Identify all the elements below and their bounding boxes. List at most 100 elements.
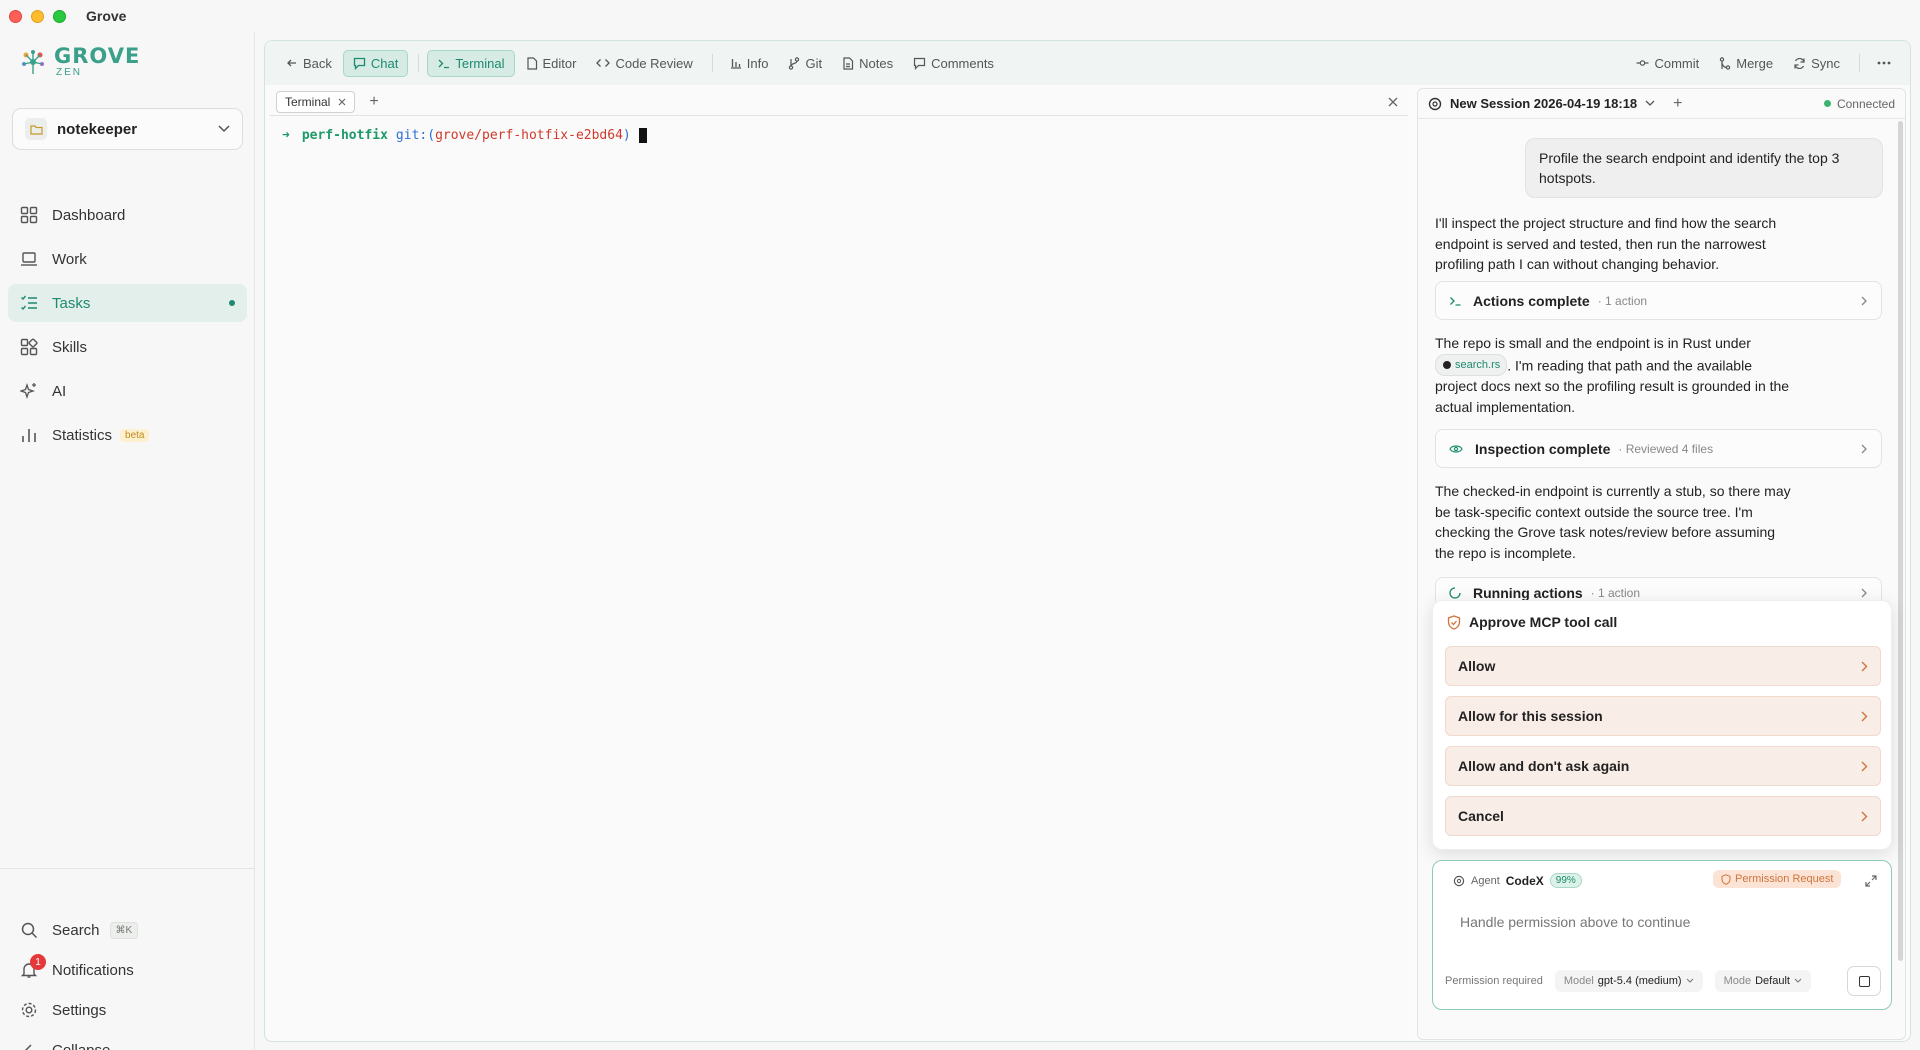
- close-tab-icon[interactable]: [338, 98, 346, 106]
- nav-item-work[interactable]: Work: [8, 240, 247, 278]
- title-bar: Grove: [0, 0, 1920, 32]
- allow-option[interactable]: Allow: [1445, 646, 1881, 686]
- sidebar-bottom-nav: Search ⌘K 1 Notifications Settings Colla…: [8, 910, 247, 1050]
- logo-wordmark: GROVE: [54, 44, 141, 68]
- allow-always-option[interactable]: Allow and don't ask again: [1445, 746, 1881, 786]
- agent-info: Agent CodeX 99%: [1453, 873, 1582, 888]
- tab-editor[interactable]: Editor: [517, 50, 586, 77]
- notes-icon: [843, 56, 854, 70]
- cancel-option[interactable]: Cancel: [1445, 796, 1881, 836]
- model-select[interactable]: Model gpt-5.4 (medium): [1554, 970, 1703, 992]
- chevron-right-icon: [1861, 761, 1868, 771]
- nav-item-skills[interactable]: Skills: [8, 328, 247, 366]
- permission-request-badge: Permission Request: [1713, 870, 1842, 888]
- collapse-sidebar-button[interactable]: Collapse: [8, 1030, 247, 1050]
- new-session-button[interactable]: +: [1673, 95, 1682, 113]
- git-branch-icon: [789, 56, 800, 70]
- settings-label: Settings: [52, 1001, 107, 1019]
- notifications-button[interactable]: 1 Notifications: [8, 950, 247, 990]
- chevron-down-icon[interactable]: [1645, 100, 1655, 107]
- dialog-title-text: Approve MCP tool call: [1469, 614, 1618, 630]
- card-subtitle: · Reviewed 4 files: [1618, 441, 1714, 456]
- toolbar-separator: [711, 54, 713, 72]
- laptop-icon: [21, 252, 37, 266]
- tab-chat[interactable]: Chat: [342, 49, 409, 77]
- prompt-git-suffix: ): [622, 128, 631, 143]
- chevron-right-icon: [1861, 588, 1867, 597]
- shield-icon: [1721, 873, 1731, 885]
- gear-icon: [21, 1002, 37, 1018]
- inspection-complete-card[interactable]: Inspection complete · Reviewed 4 files: [1435, 429, 1882, 468]
- sync-button[interactable]: Sync: [1784, 50, 1849, 77]
- collapse-label: Collapse: [52, 1041, 111, 1050]
- project-name: notekeeper: [57, 120, 138, 138]
- close-panel-icon[interactable]: [1388, 97, 1398, 107]
- search-shortcut: ⌘K: [109, 921, 139, 939]
- back-label: Back: [303, 55, 332, 71]
- commit-button[interactable]: Commit: [1627, 50, 1708, 77]
- terminal-tab[interactable]: Terminal: [276, 90, 356, 113]
- chevron-right-icon: [1861, 444, 1867, 453]
- sync-label: Sync: [1811, 55, 1840, 71]
- tab-notes[interactable]: Notes: [833, 50, 902, 77]
- minimize-window-button[interactable]: [31, 9, 44, 23]
- settings-button[interactable]: Settings: [8, 990, 247, 1030]
- back-button[interactable]: Back: [277, 50, 341, 77]
- toolbar-separator: [1859, 54, 1860, 72]
- zoom-window-button[interactable]: [53, 9, 66, 23]
- bar-chart-icon: [730, 59, 741, 69]
- nav-item-dashboard[interactable]: Dashboard: [8, 196, 247, 234]
- tab-comments[interactable]: Comments: [904, 50, 1003, 77]
- more-options-button[interactable]: [1868, 50, 1900, 77]
- project-selector[interactable]: notekeeper: [12, 108, 243, 150]
- active-indicator-dot: [229, 300, 235, 306]
- ellipsis-icon: [1877, 61, 1891, 65]
- terminal-output[interactable]: ➜ perf-hotfix git:(grove/perf-hotfix-e2b…: [270, 116, 1408, 155]
- chevron-right-icon: [1861, 661, 1868, 671]
- agent-name[interactable]: CodeX: [1506, 874, 1544, 888]
- terminal-icon: [438, 59, 450, 68]
- merge-button[interactable]: Merge: [1710, 50, 1782, 77]
- session-title[interactable]: New Session 2026-04-19 18:18: [1450, 96, 1637, 111]
- composer-controls: Permission required Model gpt-5.4 (mediu…: [1445, 970, 1811, 992]
- terminal-cursor: [638, 128, 647, 143]
- openai-logo-icon: [1428, 97, 1442, 110]
- mode-select[interactable]: Mode Default: [1714, 970, 1811, 992]
- card-title: Running actions: [1473, 584, 1583, 601]
- message-input[interactable]: Handle permission above to continue: [1460, 914, 1690, 930]
- expand-icon[interactable]: [1865, 875, 1877, 887]
- tab-git[interactable]: Git: [779, 50, 831, 77]
- git-label: Git: [805, 55, 823, 71]
- code-icon: [596, 59, 611, 67]
- nav-item-statistics[interactable]: Statistics beta: [8, 416, 247, 454]
- file-chip[interactable]: search.rs: [1435, 353, 1508, 376]
- mode-label: Mode: [1723, 975, 1752, 987]
- search-button[interactable]: Search ⌘K: [8, 910, 247, 950]
- add-terminal-tab-button[interactable]: +: [369, 93, 378, 111]
- bar-chart-icon: [22, 429, 36, 442]
- tab-terminal[interactable]: Terminal: [427, 49, 515, 77]
- assistant-message: I'll inspect the project structure and f…: [1435, 215, 1777, 272]
- grove-logo: GROVE ZEN: [18, 46, 140, 78]
- card-title: Inspection complete: [1475, 440, 1611, 457]
- chat-scrollbar[interactable]: [1898, 121, 1903, 961]
- search-label: Search: [52, 921, 100, 939]
- agent-label: Agent: [1471, 874, 1500, 887]
- tab-code-review[interactable]: Code Review: [587, 50, 701, 77]
- sidebar: GROVE ZEN notekeeper Dashboard Work Task…: [0, 32, 255, 1050]
- nav-label: Dashboard: [52, 206, 126, 224]
- toolbar-actions: Commit Merge Sync: [1627, 50, 1902, 77]
- close-window-button[interactable]: [9, 9, 22, 23]
- window-title: Grove: [86, 8, 127, 24]
- nav-item-tasks[interactable]: Tasks: [8, 284, 247, 322]
- allow-session-option[interactable]: Allow for this session: [1445, 696, 1881, 736]
- spinner-icon: [1449, 586, 1461, 599]
- chevron-right-icon: [1861, 711, 1868, 721]
- message-text: The repo is small and the endpoint is in…: [1435, 335, 1751, 351]
- beta-badge: beta: [120, 428, 150, 442]
- nav-item-ai[interactable]: AI: [8, 372, 247, 410]
- actions-complete-card[interactable]: Actions complete · 1 action: [1435, 281, 1882, 320]
- stop-button[interactable]: [1847, 966, 1881, 996]
- tab-info[interactable]: Info: [721, 50, 778, 77]
- chat-bubble-icon: [353, 57, 366, 70]
